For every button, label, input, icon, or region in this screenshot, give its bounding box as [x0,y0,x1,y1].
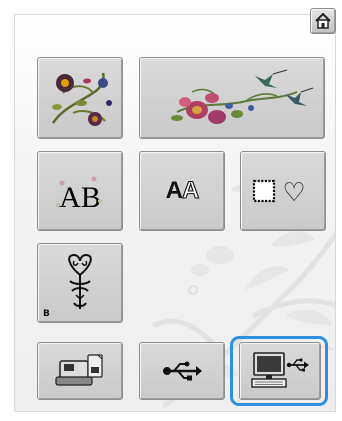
frame-pattern-icon: ♡ [252,178,306,208]
heart-outline-glyph: ♡ [282,178,305,208]
font-letters-button[interactable]: A A [139,151,225,231]
floral-embroidery-icon [51,72,112,126]
font-letters-icon: A A [165,176,200,205]
floral-alphabet-button[interactable]: AB [37,151,123,231]
font-letter-outline: A [181,176,199,204]
floral-alphabet-icon: AB [56,176,102,214]
usb-media-button[interactable] [139,342,225,400]
font-letter-solid: A [165,177,183,204]
machine-memory-button[interactable] [37,342,123,400]
heart-ornament-icon [68,253,92,309]
home-button[interactable] [310,8,336,34]
home-icon [315,12,331,29]
hummingbird-floral-icon [171,69,314,124]
b-pattern-button[interactable]: B [37,243,123,323]
hummingbird-floral-button[interactable] [139,57,325,139]
frame-pattern-button[interactable]: ♡ [240,151,326,231]
b-pattern-label: B [43,309,50,319]
floral-alphabet-text: AB [59,181,101,214]
floral-pattern-button[interactable] [37,57,123,139]
selection-highlight [230,336,328,406]
usb-icon [163,361,202,381]
embroidery-category-screen: AB A A ♡ B [0,0,342,421]
embroidery-machine-icon [55,354,103,386]
